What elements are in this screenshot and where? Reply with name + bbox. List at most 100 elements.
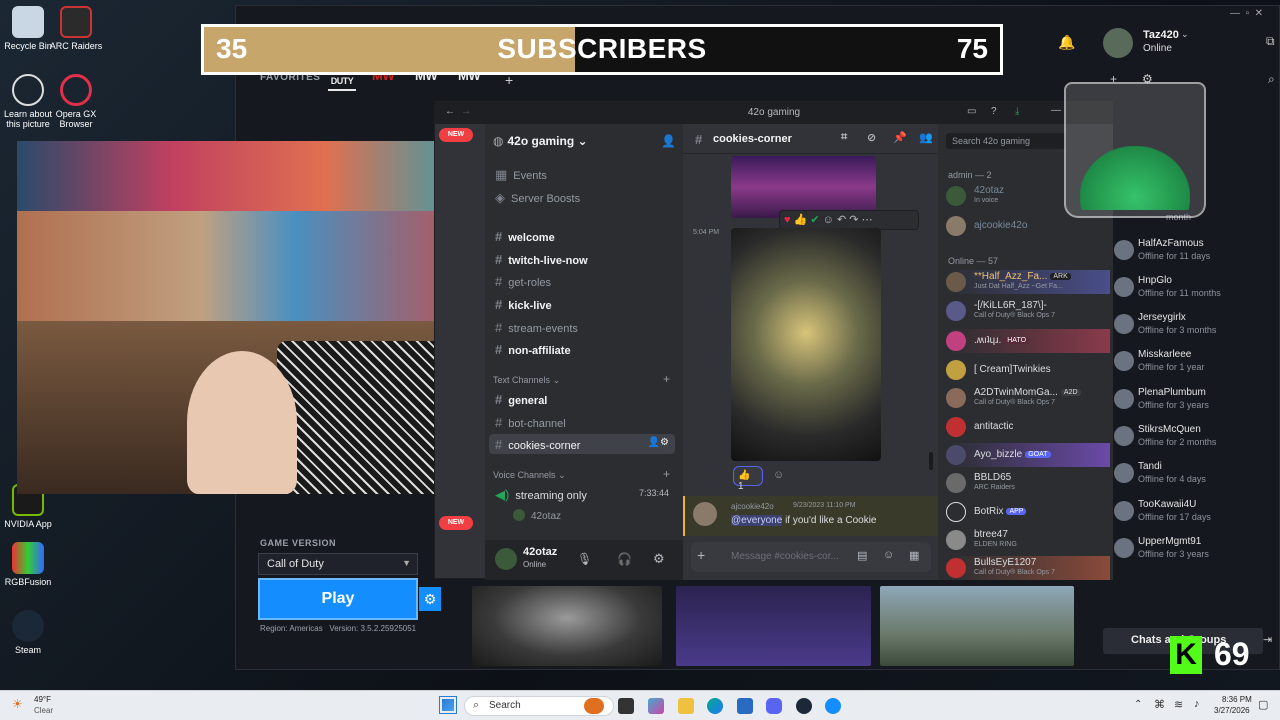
plus-icon[interactable]: + bbox=[663, 467, 670, 481]
add-reaction-icon[interactable]: ☺ bbox=[823, 214, 834, 226]
sidebar-item-events[interactable]: ▦ Events bbox=[489, 164, 675, 184]
avatar[interactable] bbox=[1103, 28, 1133, 58]
friend-item[interactable]: Tandi Offline for 4 days bbox=[1114, 459, 1274, 489]
collapse-icon[interactable]: ⇥ bbox=[1263, 633, 1272, 646]
heart-icon[interactable]: ♥ bbox=[784, 214, 791, 226]
invite-icon[interactable]: 👤 bbox=[661, 134, 676, 148]
channel-stream-events[interactable]: # stream-events bbox=[489, 317, 675, 337]
minimize-icon[interactable]: — bbox=[1230, 8, 1240, 19]
gear-icon[interactable]: ⚙ bbox=[653, 551, 665, 567]
member-item[interactable]: BullsEyE1207 Call of Duty® Black Ops 7 bbox=[946, 556, 1110, 580]
wifi-icon[interactable]: ≋ bbox=[1174, 698, 1183, 711]
message-input[interactable]: + Message #cookies-cor... ▤ ☺ ▦ bbox=[691, 542, 931, 572]
help-icon[interactable]: ? bbox=[991, 106, 997, 117]
member-item[interactable]: [ Cream]Twinkies bbox=[946, 358, 1110, 382]
search-input[interactable]: Search 42o gaming bbox=[946, 133, 1066, 149]
avatar[interactable] bbox=[495, 548, 517, 570]
play-button[interactable]: Play bbox=[258, 578, 418, 620]
mute-icon[interactable]: ⊘ bbox=[867, 131, 876, 144]
friend-item[interactable]: StikrsMcQuen Offline for 2 months bbox=[1114, 422, 1274, 452]
member-item[interactable]: A2DTwinMomGa... A2D Call of Duty® Black Op… bbox=[946, 386, 1110, 410]
clock-date[interactable]: 3/27/2026 bbox=[1214, 706, 1250, 715]
plus-icon[interactable]: + bbox=[663, 372, 670, 386]
channel-bot-channel[interactable]: # bot-channel bbox=[489, 412, 675, 432]
promo-thumbnail-major[interactable] bbox=[676, 586, 871, 666]
pin-icon[interactable]: 📌 bbox=[893, 131, 907, 144]
channel-welcome[interactable]: # welcome bbox=[489, 226, 675, 246]
channel-twitch-live-now[interactable]: # twitch-live-now bbox=[489, 249, 675, 269]
apps-icon[interactable]: ▦ bbox=[909, 549, 919, 562]
members-icon[interactable]: 👥 bbox=[919, 131, 933, 144]
chat-scrollbar[interactable] bbox=[929, 452, 933, 470]
chevron-up-icon[interactable]: ⌃ bbox=[1134, 699, 1142, 710]
minimize-icon[interactable]: — bbox=[1051, 105, 1061, 116]
member-item[interactable]: -[/KiLL6R_187\]- Call of Duty® Black Ops … bbox=[946, 299, 1110, 323]
category-text-channels[interactable]: Text Channels ⌄ bbox=[493, 375, 560, 386]
headphones-icon[interactable]: 🎧 bbox=[617, 552, 632, 566]
search-highlight-icon[interactable] bbox=[584, 698, 604, 714]
friend-item[interactable]: PlenaPlumbum Offline for 3 years bbox=[1114, 385, 1274, 415]
friend-item[interactable]: Jerseygirlx Offline for 3 months bbox=[1114, 310, 1274, 340]
thumbs-up-icon[interactable]: 👍 bbox=[794, 214, 808, 226]
voice-member[interactable]: 42otaz bbox=[513, 509, 561, 522]
network-icon[interactable]: ⌘ bbox=[1154, 698, 1165, 711]
member-item[interactable]: .ʍıʇɥɹ. HATO bbox=[946, 329, 1110, 353]
mention-everyone[interactable]: @everyone bbox=[731, 515, 783, 526]
add-reaction-icon[interactable]: ☺ bbox=[773, 469, 784, 481]
sidebar-item-server-boosts[interactable]: ◈ Server Boosts bbox=[489, 187, 675, 207]
plus-icon[interactable]: + bbox=[697, 547, 705, 563]
desktop-icon-rgbfusion[interactable]: RGBFusion bbox=[0, 542, 56, 587]
maximize-icon[interactable]: ▫ bbox=[1246, 8, 1250, 19]
more-icon[interactable]: ⋯ bbox=[862, 214, 873, 226]
voice-channel-streaming-only[interactable]: ◀) streaming only 7:33:44 bbox=[489, 484, 675, 504]
member-item[interactable]: **Half_Azz_Fa... ARK Just Dat Half_Azz ~Ge… bbox=[946, 270, 1110, 294]
emoji-icon[interactable]: ☺ bbox=[883, 549, 894, 561]
store-icon[interactable] bbox=[737, 698, 753, 714]
copilot-icon[interactable] bbox=[648, 698, 664, 714]
member-item[interactable]: BBLD65 ARC Raiders bbox=[946, 471, 1110, 495]
discord-icon[interactable] bbox=[766, 698, 782, 714]
chat-image-tarot[interactable] bbox=[731, 228, 881, 461]
reaction-thumbs-up[interactable]: 👍 1 bbox=[733, 466, 763, 492]
weather-temp[interactable]: 49°F bbox=[34, 695, 51, 704]
channel-kick-live[interactable]: # kick-live bbox=[489, 294, 675, 314]
volume-icon[interactable]: ♪ bbox=[1194, 698, 1200, 710]
promo-thumbnail-battlefield[interactable] bbox=[880, 586, 1074, 666]
microphone-icon[interactable]: 🎙 bbox=[577, 552, 592, 566]
desktop-icon-steam[interactable]: Steam bbox=[0, 610, 56, 655]
external-window-icon[interactable]: ⧉ bbox=[1266, 34, 1275, 49]
friend-item[interactable]: TooKawaii4U Offline for 17 days bbox=[1114, 497, 1274, 527]
weather-icon[interactable]: ☀ bbox=[12, 697, 23, 711]
forward-icon[interactable]: ↷ bbox=[849, 214, 858, 226]
bell-icon[interactable]: 🔔 bbox=[1058, 34, 1075, 51]
member-item[interactable]: BotRix APP bbox=[946, 500, 1110, 524]
task-view-icon[interactable] bbox=[618, 698, 634, 714]
windows-start-icon[interactable] bbox=[439, 696, 457, 714]
message-author[interactable]: ajcookie42o bbox=[731, 502, 774, 511]
close-icon[interactable]: ✕ bbox=[1255, 8, 1263, 19]
search-icon[interactable]: ⌕ bbox=[1268, 72, 1275, 87]
inbox-icon[interactable]: ▭ bbox=[967, 106, 976, 117]
category-voice-channels[interactable]: Voice Channels ⌄ bbox=[493, 470, 566, 481]
desktop-icon-opera-gx[interactable]: Opera GX Browser bbox=[48, 74, 104, 129]
download-icon[interactable]: ⤓ bbox=[1015, 106, 1019, 117]
member-item[interactable]: btree47 ELDEN RING bbox=[946, 528, 1110, 552]
friend-item[interactable]: HnpGlo Offline for 11 months bbox=[1114, 273, 1274, 303]
notification-icon[interactable]: ▢ bbox=[1258, 698, 1268, 711]
bnet-username[interactable]: Taz420 bbox=[1143, 29, 1179, 41]
battlenet-icon[interactable] bbox=[825, 698, 841, 714]
promo-thumbnail-soldier[interactable] bbox=[472, 586, 662, 666]
file-explorer-icon[interactable] bbox=[678, 698, 694, 714]
gear-icon[interactable]: 👤⚙ bbox=[648, 437, 669, 448]
game-version-select[interactable]: Call of Duty ▼ bbox=[258, 553, 418, 575]
edge-icon[interactable] bbox=[707, 698, 723, 714]
channel-general[interactable]: # general bbox=[489, 389, 675, 409]
friend-item[interactable]: UpperMgmt91 Offline for 3 years bbox=[1114, 534, 1274, 564]
chevron-down-icon[interactable]: ⌄ bbox=[1181, 29, 1189, 40]
member-item[interactable]: Ayo_bizzle GOAT bbox=[946, 443, 1110, 467]
desktop-icon-arc-raiders[interactable]: ARC Raiders bbox=[48, 6, 104, 51]
member-item[interactable]: antitactic bbox=[946, 415, 1110, 439]
server-name[interactable]: ◍ 42o gaming ⌄ bbox=[493, 134, 588, 148]
gear-icon[interactable]: ⚙ bbox=[419, 587, 441, 611]
reply-icon[interactable]: ↶ bbox=[837, 214, 846, 226]
